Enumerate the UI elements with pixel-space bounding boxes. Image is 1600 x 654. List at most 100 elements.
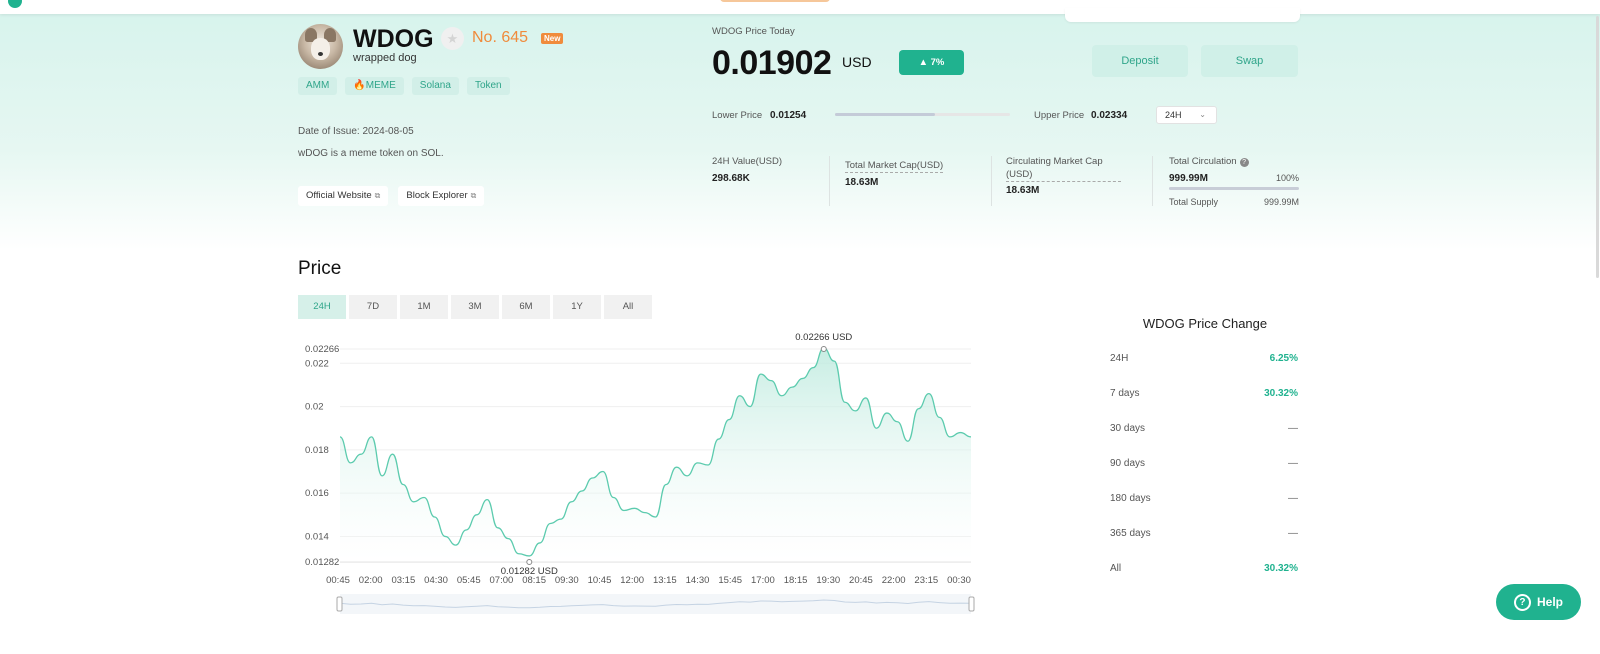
top-bar <box>0 0 1600 22</box>
y-tick-label: 0.014 <box>305 531 329 542</box>
divider <box>1152 156 1153 206</box>
official-website-link[interactable]: Official Website ⧉ <box>298 186 389 206</box>
price-change-value: 30.32% <box>1264 563 1298 574</box>
min-point-label: 0.01282 USD <box>501 566 558 577</box>
price-unit: USD <box>842 54 872 70</box>
external-link-icon: ⧉ <box>374 191 381 200</box>
price-change-row: 90 days — <box>1110 458 1298 472</box>
navigator-left-handle[interactable] <box>336 596 343 612</box>
price-area-fill <box>340 348 971 562</box>
info-icon[interactable]: ? <box>1239 158 1249 167</box>
x-tick-label: 00:30 <box>947 575 971 586</box>
stat-value: 18.63M <box>845 177 879 188</box>
y-tick-label: 0.016 <box>305 488 329 499</box>
tag-amm[interactable]: AMM <box>298 77 338 95</box>
price-change-value: — <box>1288 528 1298 539</box>
price-change-period: 90 days <box>1110 458 1146 469</box>
tag-solana[interactable]: Solana <box>411 77 459 95</box>
price-change-value: — <box>1288 458 1298 469</box>
total-supply-label: Total Supply <box>1169 197 1219 207</box>
tag-token[interactable]: Token <box>466 77 510 95</box>
current-price: 0.01902 <box>712 44 832 82</box>
circulation-label: Total Circulation <box>1169 156 1237 167</box>
price-today-label: WDOG Price Today <box>712 26 795 37</box>
total-supply-row: Total Supply 999.99M <box>1169 197 1299 209</box>
divider <box>829 156 830 206</box>
max-point-label: 0.02266 USD <box>795 332 852 343</box>
x-tick-label: 23:15 <box>914 575 938 586</box>
y-tick-label: 0.02 <box>305 402 324 413</box>
x-tick-label: 04:30 <box>424 575 448 586</box>
price-change-period: 30 days <box>1110 423 1146 434</box>
period-select[interactable]: 24H ⌄ <box>1156 106 1217 124</box>
tab-3m[interactable]: 3M <box>451 295 499 319</box>
external-link-icon: ⧉ <box>470 191 477 200</box>
swap-button[interactable]: Swap <box>1201 45 1298 77</box>
price-change-value: 30.32% <box>1264 388 1298 399</box>
lower-price-value: 0.01254 <box>770 110 807 121</box>
page-scrollbar[interactable] <box>1596 16 1599 278</box>
stat-total-market-cap: Total Market Cap(USD) 18.63M <box>845 155 944 188</box>
tab-1m[interactable]: 1M <box>400 295 448 319</box>
y-tick-label: 0.018 <box>305 445 329 456</box>
x-tick-label: 13:15 <box>653 575 677 586</box>
price-chart[interactable]: 0.02266 0.022 0.02 0.018 0.016 0.014 0.01282 00… <box>298 322 988 622</box>
circulation-percent: 100% <box>1275 173 1299 183</box>
price-change-row: 30 days — <box>1110 423 1298 437</box>
stat-label[interactable]: Circulating Market Cap (USD) <box>1006 155 1121 182</box>
price-change-row: 24H 6.25% <box>1110 353 1298 367</box>
stat-label[interactable]: Total Market Cap(USD) <box>845 159 944 173</box>
circulation-bar <box>1169 187 1299 190</box>
x-tick-label: 02:00 <box>359 575 383 586</box>
x-tick-label: 12:00 <box>620 575 644 586</box>
stat-label: Total Circulation? <box>1169 155 1299 168</box>
issue-date: Date of Issue: 2024-08-05 <box>298 126 414 137</box>
y-tick-label: 0.02266 <box>305 344 339 355</box>
max-point-marker <box>820 346 827 352</box>
tab-all[interactable]: All <box>604 295 652 319</box>
price-range-fill <box>835 113 935 116</box>
chevron-down-icon: ⌄ <box>1199 110 1206 119</box>
stat-24h-value: 24H Value(USD) 298.68K <box>712 155 782 184</box>
x-tick-label: 19:30 <box>816 575 840 586</box>
x-tick-label: 18:15 <box>784 575 808 586</box>
price-change-value: 6.25% <box>1269 353 1298 364</box>
price-change-period: All <box>1110 563 1122 574</box>
logo-icon[interactable] <box>8 0 22 8</box>
price-change-period: 7 days <box>1110 388 1140 399</box>
price-change-row: 180 days — <box>1110 493 1298 507</box>
price-change-title: WDOG Price Change <box>1142 316 1268 331</box>
stat-value: 999.99M <box>1169 173 1208 184</box>
total-supply-value: 999.99M <box>1263 197 1299 207</box>
navigator-right-handle[interactable] <box>968 596 975 612</box>
stat-circulating-market-cap: Circulating Market Cap (USD) 18.63M <box>1006 155 1121 196</box>
token-tags: AMM 🔥MEME Solana Token <box>298 77 510 95</box>
block-explorer-label: Block Explorer <box>406 190 468 201</box>
stat-value: 298.68K <box>712 173 750 184</box>
help-button[interactable]: ? Help <box>1496 584 1581 620</box>
stat-total-circulation: Total Circulation? 999.99M 100% <box>1169 155 1299 186</box>
banner-pill[interactable] <box>720 0 830 2</box>
navigator-background <box>340 594 971 614</box>
tab-1y[interactable]: 1Y <box>553 295 601 319</box>
tab-6m[interactable]: 6M <box>502 295 550 319</box>
x-tick-label: 14:30 <box>686 575 710 586</box>
token-description: wDOG is a meme token on SOL. <box>298 148 444 159</box>
tab-7d[interactable]: 7D <box>349 295 397 319</box>
search-box[interactable] <box>1065 8 1300 22</box>
new-badge: New <box>541 33 564 44</box>
star-icon[interactable]: ★ <box>441 27 464 50</box>
block-explorer-link[interactable]: Block Explorer ⧉ <box>398 186 485 206</box>
price-change-row: All 30.32% <box>1110 563 1298 577</box>
tag-meme[interactable]: 🔥MEME <box>345 77 404 95</box>
upper-price-label: Upper Price <box>1034 110 1085 121</box>
deposit-button[interactable]: Deposit <box>1092 45 1188 77</box>
x-tick-label: 15:45 <box>718 575 742 586</box>
x-tick-label: 17:00 <box>751 575 775 586</box>
period-select-value: 24H <box>1165 110 1182 120</box>
price-range-bar <box>835 113 1010 116</box>
price-section-title: Price <box>298 258 342 279</box>
tab-24h[interactable]: 24H <box>298 295 346 319</box>
token-name: wrapped dog <box>353 52 417 64</box>
price-change-period: 365 days <box>1110 528 1151 539</box>
